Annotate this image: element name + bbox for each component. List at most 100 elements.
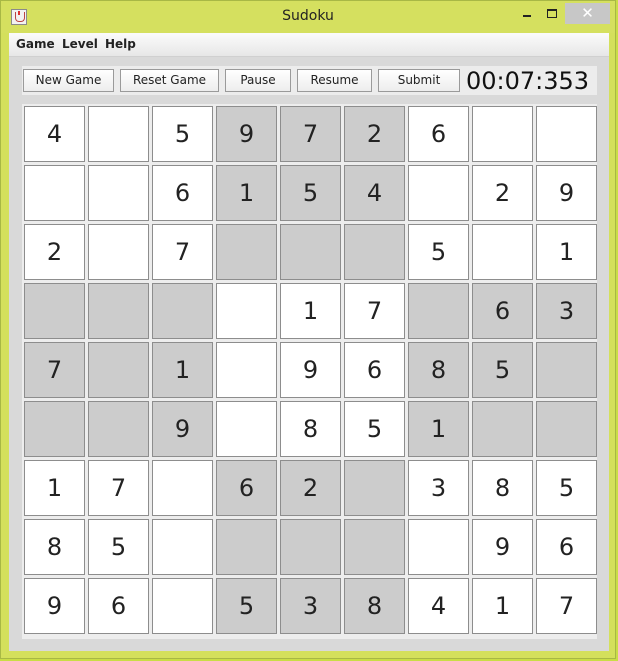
sudoku-cell-r6c3[interactable]: 9 (152, 401, 213, 457)
sudoku-cell-r5c6[interactable]: 6 (344, 342, 405, 398)
sudoku-cell-r5c8[interactable]: 5 (472, 342, 533, 398)
sudoku-cell-r9c2[interactable]: 6 (88, 578, 149, 634)
sudoku-cell-r4c8[interactable]: 6 (472, 283, 533, 339)
sudoku-cell-r3c1[interactable]: 2 (24, 224, 85, 280)
sudoku-cell-r1c7[interactable]: 6 (408, 106, 469, 162)
maximize-icon[interactable] (537, 3, 567, 23)
sudoku-cell-r7c1[interactable]: 1 (24, 460, 85, 516)
sudoku-cell-r2c1[interactable] (24, 165, 85, 221)
close-icon: ✕ (581, 4, 594, 22)
sudoku-cell-r4c9[interactable]: 3 (536, 283, 597, 339)
sudoku-cell-r2c4[interactable]: 1 (216, 165, 277, 221)
sudoku-cell-r7c5[interactable]: 2 (280, 460, 341, 516)
sudoku-cell-r8c6[interactable] (344, 519, 405, 575)
sudoku-cell-r5c9[interactable] (536, 342, 597, 398)
sudoku-cell-r4c6[interactable]: 7 (344, 283, 405, 339)
sudoku-cell-r5c2[interactable] (88, 342, 149, 398)
sudoku-cell-r6c6[interactable]: 5 (344, 401, 405, 457)
submit-button[interactable]: Submit (378, 69, 460, 92)
sudoku-cell-r2c7[interactable] (408, 165, 469, 221)
sudoku-cell-r7c9[interactable]: 5 (536, 460, 597, 516)
sudoku-cell-r1c5[interactable]: 7 (280, 106, 341, 162)
sudoku-cell-r6c8[interactable] (472, 401, 533, 457)
sudoku-cell-r1c8[interactable] (472, 106, 533, 162)
close-button[interactable]: ✕ (565, 3, 610, 24)
sudoku-cell-r7c3[interactable] (152, 460, 213, 516)
sudoku-cell-r9c4[interactable]: 5 (216, 578, 277, 634)
sudoku-cell-r8c4[interactable] (216, 519, 277, 575)
sudoku-cell-r3c4[interactable] (216, 224, 277, 280)
sudoku-cell-r3c2[interactable] (88, 224, 149, 280)
sudoku-cell-r8c2[interactable]: 5 (88, 519, 149, 575)
sudoku-cell-r5c1[interactable]: 7 (24, 342, 85, 398)
sudoku-cell-r2c5[interactable]: 5 (280, 165, 341, 221)
sudoku-cell-r8c7[interactable] (408, 519, 469, 575)
timer-display: 00:07:353 (465, 67, 589, 95)
sudoku-cell-r7c4[interactable]: 6 (216, 460, 277, 516)
menu-game[interactable]: Game (16, 37, 55, 51)
sudoku-cell-r7c7[interactable]: 3 (408, 460, 469, 516)
sudoku-cell-r9c6[interactable]: 8 (344, 578, 405, 634)
sudoku-cell-r3c5[interactable] (280, 224, 341, 280)
content-area: New Game Reset Game Pause Resume Submit … (9, 57, 609, 653)
sudoku-cell-r9c8[interactable]: 1 (472, 578, 533, 634)
sudoku-cell-r6c2[interactable] (88, 401, 149, 457)
sudoku-cell-r3c6[interactable] (344, 224, 405, 280)
sudoku-cell-r4c5[interactable]: 1 (280, 283, 341, 339)
sudoku-cell-r3c3[interactable]: 7 (152, 224, 213, 280)
sudoku-cell-r8c1[interactable]: 8 (24, 519, 85, 575)
sudoku-cell-r4c7[interactable] (408, 283, 469, 339)
sudoku-cell-r7c2[interactable]: 7 (88, 460, 149, 516)
sudoku-board: 4597266154292751176371968598511762385859… (22, 104, 597, 639)
sudoku-cell-r6c5[interactable]: 8 (280, 401, 341, 457)
sudoku-cell-r1c6[interactable]: 2 (344, 106, 405, 162)
pause-button[interactable]: Pause (225, 69, 291, 92)
sudoku-cell-r2c3[interactable]: 6 (152, 165, 213, 221)
sudoku-cell-r5c4[interactable] (216, 342, 277, 398)
sudoku-cell-r1c2[interactable] (88, 106, 149, 162)
sudoku-cell-r9c5[interactable]: 3 (280, 578, 341, 634)
sudoku-cell-r5c3[interactable]: 1 (152, 342, 213, 398)
sudoku-cell-r9c9[interactable]: 7 (536, 578, 597, 634)
sudoku-cell-r3c7[interactable]: 5 (408, 224, 469, 280)
sudoku-cell-r8c5[interactable] (280, 519, 341, 575)
app-window: Sudoku ✕ Game Level Help New Game Reset … (0, 0, 616, 659)
new-game-button[interactable]: New Game (23, 69, 114, 92)
window-bottom-border (1, 651, 615, 658)
sudoku-cell-r4c3[interactable] (152, 283, 213, 339)
toolbar: New Game Reset Game Pause Resume Submit … (22, 66, 597, 95)
sudoku-cell-r4c1[interactable] (24, 283, 85, 339)
sudoku-cell-r8c3[interactable] (152, 519, 213, 575)
sudoku-cell-r8c8[interactable]: 9 (472, 519, 533, 575)
menu-help[interactable]: Help (105, 37, 136, 51)
sudoku-cell-r2c6[interactable]: 4 (344, 165, 405, 221)
resume-button[interactable]: Resume (297, 69, 372, 92)
sudoku-cell-r6c1[interactable] (24, 401, 85, 457)
sudoku-cell-r2c8[interactable]: 2 (472, 165, 533, 221)
sudoku-cell-r1c9[interactable] (536, 106, 597, 162)
sudoku-cell-r5c7[interactable]: 8 (408, 342, 469, 398)
sudoku-cell-r3c9[interactable]: 1 (536, 224, 597, 280)
sudoku-cell-r5c5[interactable]: 9 (280, 342, 341, 398)
sudoku-cell-r2c2[interactable] (88, 165, 149, 221)
sudoku-cell-r7c6[interactable] (344, 460, 405, 516)
sudoku-cell-r4c2[interactable] (88, 283, 149, 339)
reset-game-button[interactable]: Reset Game (120, 69, 219, 92)
sudoku-cell-r7c8[interactable]: 8 (472, 460, 533, 516)
sudoku-cell-r6c9[interactable] (536, 401, 597, 457)
sudoku-cell-r6c7[interactable]: 1 (408, 401, 469, 457)
sudoku-cell-r2c9[interactable]: 9 (536, 165, 597, 221)
sudoku-cell-r6c4[interactable] (216, 401, 277, 457)
sudoku-cell-r9c3[interactable] (152, 578, 213, 634)
sudoku-cell-r1c1[interactable]: 4 (24, 106, 85, 162)
sudoku-cell-r3c8[interactable] (472, 224, 533, 280)
sudoku-cell-r4c4[interactable] (216, 283, 277, 339)
sudoku-cell-r9c1[interactable]: 9 (24, 578, 85, 634)
sudoku-cell-r1c3[interactable]: 5 (152, 106, 213, 162)
menu-level[interactable]: Level (62, 37, 98, 51)
menu-bar: Game Level Help (9, 33, 609, 57)
title-bar[interactable]: Sudoku ✕ (1, 1, 615, 33)
sudoku-cell-r1c4[interactable]: 9 (216, 106, 277, 162)
sudoku-cell-r8c9[interactable]: 6 (536, 519, 597, 575)
sudoku-cell-r9c7[interactable]: 4 (408, 578, 469, 634)
